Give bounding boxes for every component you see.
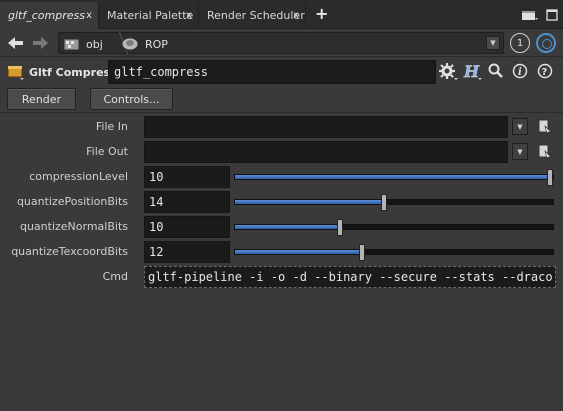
- parm-label: Cmd: [102, 270, 128, 283]
- tab-bar: gltf_compress x Material Palette x Rende…: [0, 0, 563, 29]
- compression-level-field[interactable]: 10: [144, 166, 230, 188]
- node-type-icon[interactable]: [7, 65, 27, 81]
- slider-fill: [235, 250, 363, 254]
- parm-file-in: File In ▼: [0, 115, 563, 139]
- rop-network-icon: [121, 37, 139, 51]
- quantize-normal-slider[interactable]: [234, 219, 554, 236]
- slider-fill: [235, 200, 385, 204]
- help-icon[interactable]: ?: [537, 63, 553, 79]
- quantize-normal-field[interactable]: 10: [144, 216, 230, 238]
- path-dropdown-icon[interactable]: ▼: [486, 36, 500, 50]
- quantize-position-slider[interactable]: [234, 194, 554, 211]
- parm-label: File In: [95, 120, 128, 133]
- tab-close-icon[interactable]: x: [86, 10, 92, 21]
- parm-quantize-texcoord-bits: quantizeTexcoordBits 12: [0, 240, 563, 264]
- crumb-label: ROP: [145, 37, 168, 51]
- forward-arrow-icon[interactable]: [31, 36, 49, 50]
- parm-label: quantizePositionBits: [16, 195, 128, 208]
- tab-close-icon[interactable]: x: [186, 10, 192, 21]
- compression-level-slider[interactable]: [234, 169, 554, 186]
- back-arrow-icon[interactable]: [7, 36, 25, 50]
- parm-quantize-position-bits: quantizePositionBits 14: [0, 190, 563, 214]
- slider-fill: [235, 225, 340, 229]
- crumb-label: obj: [86, 37, 103, 51]
- node-name-field[interactable]: gltf_compress: [108, 60, 436, 84]
- maximize-pane-icon[interactable]: [546, 9, 558, 21]
- file-out-dropdown-icon[interactable]: ▼: [512, 143, 528, 160]
- svg-text:H: H: [463, 63, 480, 81]
- slider-knob[interactable]: [359, 244, 366, 261]
- search-icon[interactable]: [488, 63, 504, 79]
- tab-label: Render Scheduler: [207, 8, 305, 22]
- slider-knob[interactable]: [336, 219, 343, 236]
- quantize-texcoord-slider[interactable]: [234, 244, 554, 261]
- crumb-obj[interactable]: obj: [63, 36, 103, 52]
- parm-label: quantizeNormalBits: [19, 220, 128, 233]
- svg-text:i: i: [518, 67, 522, 78]
- info-icon[interactable]: i: [512, 63, 528, 79]
- parm-file-out: File Out ▼: [0, 140, 563, 164]
- parm-quantize-normal-bits: quantizeNormalBits 10: [0, 215, 563, 239]
- button-row: Render Controls...: [0, 87, 563, 111]
- add-tab-icon[interactable]: +: [315, 4, 328, 23]
- parm-label: compressionLevel: [29, 170, 128, 183]
- tab-render-scheduler[interactable]: Render Scheduler x: [199, 3, 306, 27]
- quantize-position-field[interactable]: 14: [144, 191, 230, 213]
- file-in-dropdown-icon[interactable]: ▼: [512, 118, 528, 135]
- cmd-field[interactable]: gltf-pipeline -i -o -d --binary --secure…: [144, 266, 556, 288]
- slider-fill: [235, 175, 553, 179]
- pane-menu-icon[interactable]: [521, 9, 539, 21]
- parm-cmd: Cmd gltf-pipeline -i -o -d --binary --se…: [0, 265, 563, 289]
- quantize-texcoord-field[interactable]: 12: [144, 241, 230, 263]
- slider-knob[interactable]: [547, 169, 553, 186]
- tab-label: Material Palette: [107, 8, 194, 22]
- node-header: Gltf Compress gltf_compress H i ?: [0, 58, 563, 86]
- slider-knob[interactable]: [381, 194, 388, 211]
- divider: [0, 112, 563, 113]
- parm-compression-level: compressionLevel 10: [0, 165, 563, 189]
- gear-icon[interactable]: [439, 63, 459, 81]
- path-bar: obj ROP ▼ 1: [0, 29, 563, 57]
- controls-button[interactable]: Controls...: [90, 88, 173, 110]
- tab-gltf-compress[interactable]: gltf_compress x: [0, 2, 99, 29]
- render-button[interactable]: Render: [7, 88, 76, 110]
- help-h-icon[interactable]: H: [463, 63, 483, 81]
- link-icon[interactable]: [536, 33, 556, 53]
- crumb-rop[interactable]: ROP: [121, 36, 168, 52]
- node-type-label: Gltf Compress: [29, 66, 117, 79]
- parm-label: quantizeTexcoordBits: [11, 245, 128, 258]
- obj-network-icon: [63, 38, 80, 51]
- svg-text:?: ?: [542, 67, 548, 78]
- pin-indicator[interactable]: 1: [510, 33, 530, 53]
- parm-label: File Out: [86, 145, 128, 158]
- tab-close-icon[interactable]: x: [293, 10, 299, 21]
- file-out-field[interactable]: [144, 141, 508, 163]
- file-in-browse-icon[interactable]: [538, 119, 552, 135]
- file-in-field[interactable]: [144, 116, 508, 138]
- tab-material-palette[interactable]: Material Palette x: [99, 3, 199, 27]
- file-out-browse-icon[interactable]: [538, 144, 552, 160]
- network-path-field[interactable]: obj ROP ▼: [58, 32, 504, 54]
- tab-label: gltf_compress: [8, 9, 85, 22]
